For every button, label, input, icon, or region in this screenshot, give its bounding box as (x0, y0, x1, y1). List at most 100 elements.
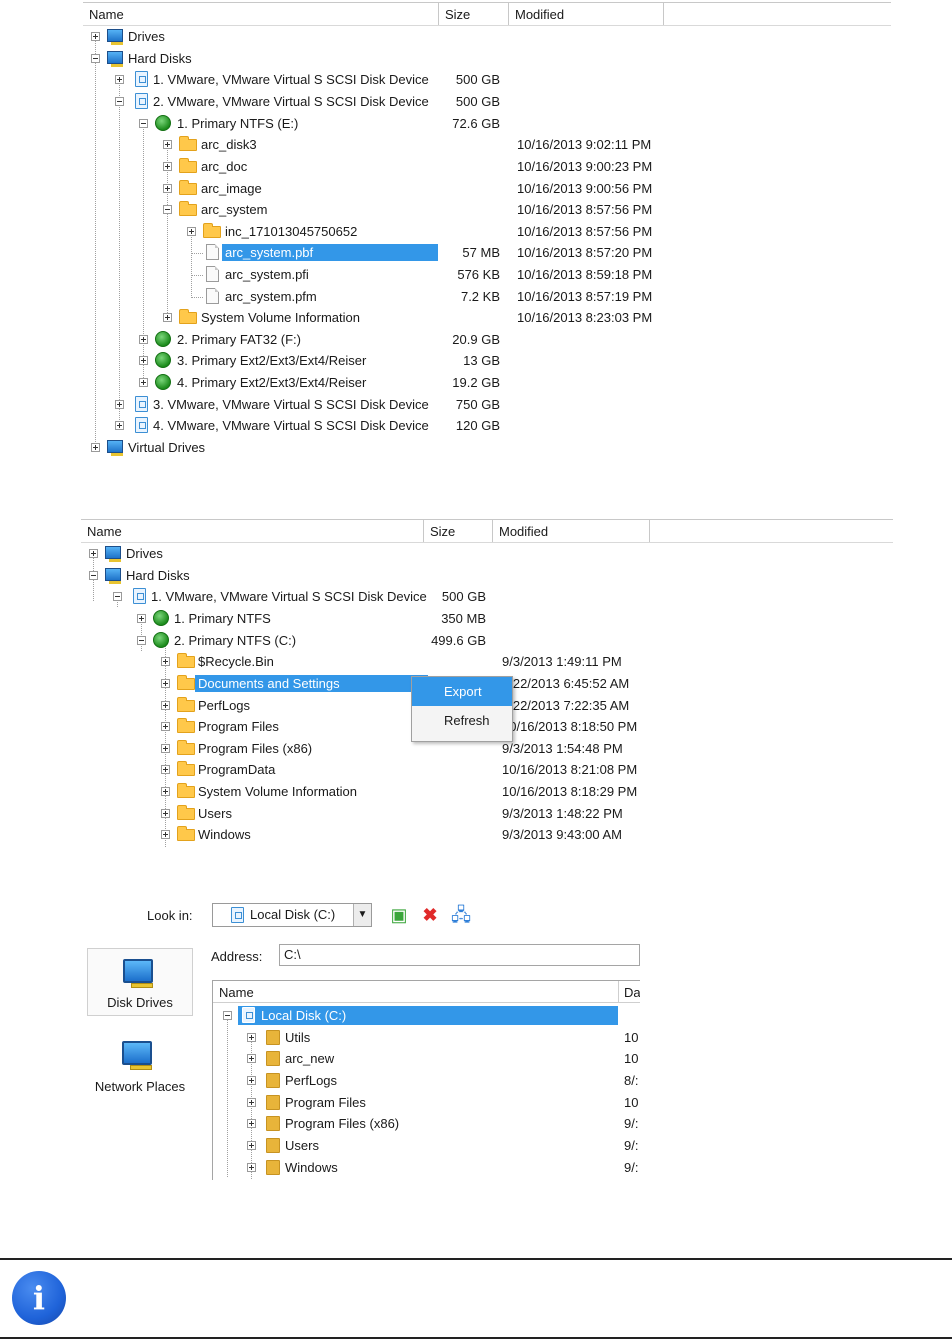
expand-icon[interactable] (161, 722, 170, 731)
expand-icon[interactable] (91, 443, 100, 452)
tree-row-arc-doc[interactable]: arc_doc 10/16/2013 9:00:23 PM (83, 156, 891, 177)
collapse-icon[interactable] (163, 205, 172, 214)
tree-row-partition-4[interactable]: 4. Primary Ext2/Ext3/Ext4/Reiser 19.2 GB (83, 372, 891, 393)
expand-icon[interactable] (247, 1076, 256, 1085)
list-row-program-files-x86[interactable]: Program Files (x86) 9/: (213, 1113, 640, 1134)
header-size[interactable]: Size (424, 520, 493, 542)
header-date[interactable]: Da (618, 981, 640, 1003)
expand-icon[interactable] (247, 1119, 256, 1128)
expand-icon[interactable] (161, 765, 170, 774)
tree-row-partition-3[interactable]: 3. Primary Ext2/Ext3/Ext4/Reiser 13 GB (83, 350, 891, 371)
expand-icon[interactable] (115, 421, 124, 430)
tree-row-disk-1[interactable]: 1. VMware, VMware Virtual S SCSI Disk De… (83, 69, 891, 90)
expand-icon[interactable] (161, 744, 170, 753)
expand-icon[interactable] (163, 140, 172, 149)
tree-row-partition-1[interactable]: 1. Primary NTFS 350 MB (81, 608, 893, 629)
expand-icon[interactable] (161, 787, 170, 796)
collapse-icon[interactable] (223, 1011, 232, 1020)
tree-row-disk-2[interactable]: 2. VMware, VMware Virtual S SCSI Disk De… (83, 91, 891, 112)
list-row-arc-new[interactable]: arc_new 10 (213, 1048, 640, 1069)
tree-row-inc[interactable]: inc_171013045750652 10/16/2013 8:57:56 P… (83, 221, 891, 242)
tree-row-windows[interactable]: Windows 9/3/2013 9:43:00 AM (81, 824, 893, 845)
expand-icon[interactable] (247, 1098, 256, 1107)
expand-icon[interactable] (247, 1033, 256, 1042)
row-name: PerfLogs (198, 698, 251, 713)
list-row-utils[interactable]: Utils 10 (213, 1027, 640, 1048)
tree-row-partition-f[interactable]: 2. Primary FAT32 (F:) 20.9 GB (83, 329, 891, 350)
expand-icon[interactable] (163, 313, 172, 322)
collapse-icon[interactable] (89, 571, 98, 580)
expand-icon[interactable] (161, 809, 170, 818)
menu-item-export[interactable]: Export (412, 677, 512, 706)
expand-icon[interactable] (161, 657, 170, 666)
tree-row-disk-4[interactable]: 4. VMware, VMware Virtual S SCSI Disk De… (83, 415, 891, 436)
tree-row-disk-1[interactable]: 1. VMware, VMware Virtual S SCSI Disk De… (81, 586, 893, 607)
tree-row-arc-system-pbf[interactable]: arc_system.pbf 57 MB 10/16/2013 8:57:20 … (83, 242, 891, 263)
expand-icon[interactable] (161, 701, 170, 710)
info-icon: i (12, 1271, 66, 1325)
header-modified[interactable]: Modified (493, 520, 650, 542)
disk-icon (242, 1007, 255, 1023)
header-modified[interactable]: Modified (509, 3, 664, 25)
collapse-icon[interactable] (115, 97, 124, 106)
network-icon[interactable]: 🖧 (451, 905, 471, 925)
collapse-icon[interactable] (137, 636, 146, 645)
tree-row-hard-disks[interactable]: Hard Disks (83, 48, 891, 69)
tree-row-svi[interactable]: System Volume Information 10/16/2013 8:2… (83, 307, 891, 328)
tree-row-hard-disks[interactable]: Hard Disks (81, 565, 893, 586)
tree-row-arc-image[interactable]: arc_image 10/16/2013 9:00:56 PM (83, 178, 891, 199)
expand-icon[interactable] (115, 75, 124, 84)
collapse-icon[interactable] (139, 119, 148, 128)
expand-icon[interactable] (139, 335, 148, 344)
row-size: 500 GB (455, 72, 500, 87)
expand-icon[interactable] (247, 1054, 256, 1063)
expand-icon[interactable] (247, 1141, 256, 1150)
header-size[interactable]: Size (439, 3, 509, 25)
tree-row-arc-system-pfm[interactable]: arc_system.pfm 7.2 KB 10/16/2013 8:57:19… (83, 286, 891, 307)
list-row-program-files[interactable]: Program Files 10 (213, 1092, 640, 1113)
tree-row-disk-3[interactable]: 3. VMware, VMware Virtual S SCSI Disk De… (83, 394, 891, 415)
list-row-local-disk[interactable]: Local Disk (C:) (213, 1005, 640, 1026)
expand-icon[interactable] (247, 1163, 256, 1172)
header-name[interactable]: Name (81, 520, 424, 542)
expand-icon[interactable] (163, 184, 172, 193)
tree-row-partition-c[interactable]: 2. Primary NTFS (C:) 499.6 GB (81, 630, 893, 651)
chevron-down-icon[interactable]: ▼ (353, 904, 371, 926)
collapse-icon[interactable] (113, 592, 122, 601)
collapse-icon[interactable] (91, 54, 100, 63)
expand-icon[interactable] (187, 227, 196, 236)
look-in-dropdown[interactable]: Local Disk (C:) ▼ (212, 903, 372, 927)
tree-row-programdata[interactable]: ProgramData 10/16/2013 8:21:08 PM (81, 759, 893, 780)
file-icon (206, 288, 219, 304)
place-disk-drives[interactable]: Disk Drives (87, 948, 193, 1016)
tree-row-drives[interactable]: Drives (83, 26, 891, 47)
tree-row-arc-system[interactable]: arc_system 10/16/2013 8:57:56 PM (83, 199, 891, 220)
place-network-places[interactable]: Network Places (87, 1033, 193, 1101)
expand-icon[interactable] (163, 162, 172, 171)
list-row-users[interactable]: Users 9/: (213, 1135, 640, 1156)
tree-row-arc-system-pfi[interactable]: arc_system.pfi 576 KB 10/16/2013 8:59:18… (83, 264, 891, 285)
menu-item-refresh[interactable]: Refresh (412, 706, 512, 735)
expand-icon[interactable] (137, 614, 146, 623)
expand-icon[interactable] (161, 830, 170, 839)
tree-row-users[interactable]: Users 9/3/2013 1:48:22 PM (81, 803, 893, 824)
expand-icon[interactable] (89, 549, 98, 558)
tree-row-svi[interactable]: System Volume Information 10/16/2013 8:1… (81, 781, 893, 802)
delete-icon[interactable]: ✖ (420, 905, 440, 925)
header-name[interactable]: Name (219, 985, 254, 1000)
expand-icon[interactable] (91, 32, 100, 41)
tree-row-recycle-bin[interactable]: $Recycle.Bin 9/3/2013 1:49:11 PM (81, 651, 893, 672)
tree-row-drives[interactable]: Drives (81, 543, 893, 564)
expand-icon[interactable] (115, 400, 124, 409)
tree-row-partition-e[interactable]: 1. Primary NTFS (E:) 72.6 GB (83, 113, 891, 134)
header-name[interactable]: Name (83, 3, 439, 25)
expand-icon[interactable] (139, 378, 148, 387)
tree-row-virtual-drives[interactable]: Virtual Drives (83, 437, 891, 458)
expand-icon[interactable] (161, 679, 170, 688)
tree-row-arc-disk3[interactable]: arc_disk3 10/16/2013 9:02:11 PM (83, 134, 891, 155)
list-row-windows[interactable]: Windows 9/: (213, 1157, 640, 1178)
address-field[interactable]: C:\ (279, 944, 640, 966)
new-folder-icon[interactable]: ▣ (389, 905, 409, 925)
expand-icon[interactable] (139, 356, 148, 365)
list-row-perflogs[interactable]: PerfLogs 8/: (213, 1070, 640, 1091)
